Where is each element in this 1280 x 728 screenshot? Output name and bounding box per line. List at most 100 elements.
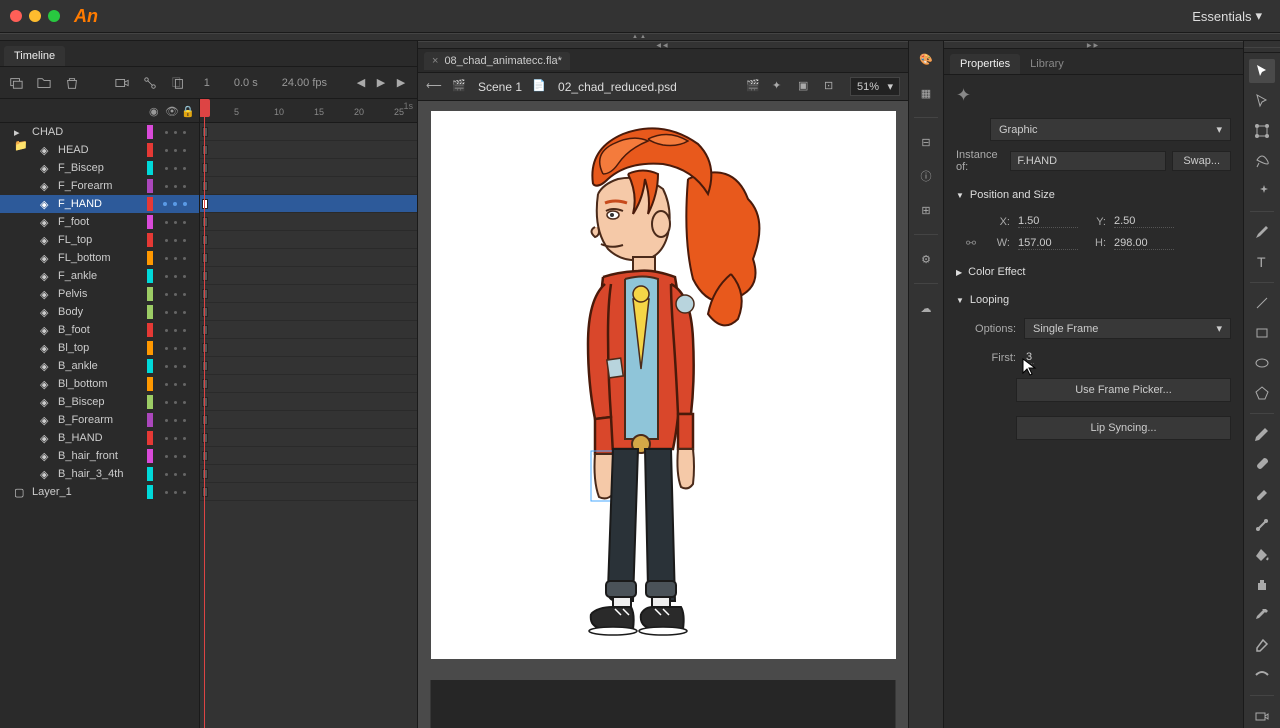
keyframe[interactable]: [202, 145, 208, 155]
frame-ruler[interactable]: 1s 1 5 10 15 20 25: [200, 99, 417, 123]
frame-row[interactable]: [200, 357, 417, 375]
layer-row[interactable]: ◈B_hair_3_4th: [0, 465, 199, 483]
panel-collapse-strip-top[interactable]: ▲▲: [0, 33, 1280, 41]
layer-toggles[interactable]: [157, 185, 193, 188]
layer-color-chip[interactable]: [147, 197, 153, 211]
next-frame-button[interactable]: ◀: [393, 75, 409, 91]
swap-button[interactable]: Swap...: [1172, 151, 1231, 171]
layer-color-chip[interactable]: [147, 125, 153, 139]
layer-toggles[interactable]: [157, 311, 193, 314]
layer-color-chip[interactable]: [147, 179, 153, 193]
edit-scene-button[interactable]: 🎬: [746, 79, 762, 95]
y-value[interactable]: 2.50: [1114, 215, 1174, 228]
layer-row[interactable]: ◈B_Forearm: [0, 411, 199, 429]
close-window-button[interactable]: [10, 10, 22, 22]
frame-row[interactable]: [200, 285, 417, 303]
info-panel-icon[interactable]: ⓘ: [916, 166, 936, 186]
props-collapse-strip[interactable]: ▶▶: [944, 41, 1243, 49]
color-effect-section[interactable]: ▶ Color Effect: [956, 266, 1231, 278]
frame-row[interactable]: [200, 195, 417, 213]
layer-toggles[interactable]: [157, 131, 193, 134]
layer-row[interactable]: ◈Body: [0, 303, 199, 321]
x-value[interactable]: 1.50: [1018, 215, 1078, 228]
keyframe[interactable]: [202, 361, 208, 371]
keyframe[interactable]: [202, 181, 208, 191]
layer-toggles[interactable]: [157, 419, 193, 422]
cc-libraries-icon[interactable]: ☁: [916, 298, 936, 318]
layer-toggles[interactable]: [157, 437, 193, 440]
camera-button[interactable]: [114, 75, 130, 91]
link-wh-icon[interactable]: ⚯: [966, 236, 982, 250]
instance-type-dropdown[interactable]: Graphic ▾: [990, 118, 1231, 141]
layer-row[interactable]: ◈F_ankle: [0, 267, 199, 285]
stage-collapse-strip[interactable]: ◀◀: [418, 41, 908, 49]
frame-row[interactable]: [200, 393, 417, 411]
keyframe[interactable]: [202, 487, 208, 497]
keyframe[interactable]: [202, 379, 208, 389]
edit-symbol-button[interactable]: ✦: [772, 79, 788, 95]
parent-view-button[interactable]: [142, 75, 158, 91]
layer-toggles[interactable]: [157, 401, 193, 404]
keyframe[interactable]: [202, 289, 208, 299]
eraser-tool[interactable]: [1249, 633, 1275, 657]
layer-row[interactable]: ◈B_Biscep: [0, 393, 199, 411]
layer-row[interactable]: ▢Layer_1: [0, 483, 199, 501]
layer-color-chip[interactable]: [147, 323, 153, 337]
keyframe[interactable]: [202, 415, 208, 425]
layer-color-chip[interactable]: [147, 485, 153, 499]
frame-row[interactable]: [200, 267, 417, 285]
layer-color-chip[interactable]: [147, 233, 153, 247]
layer-toggles[interactable]: [157, 239, 193, 242]
keyframe[interactable]: [202, 235, 208, 245]
layer-toggles[interactable]: [157, 167, 193, 170]
magic-wand-tool[interactable]: [1249, 179, 1275, 203]
frame-row[interactable]: [200, 375, 417, 393]
text-tool[interactable]: T: [1249, 250, 1275, 274]
prev-frame-button[interactable]: ◀: [353, 75, 369, 91]
layer-row[interactable]: ◈F_HAND: [0, 195, 199, 213]
layer-color-chip[interactable]: [147, 143, 153, 157]
lip-syncing-button[interactable]: Lip Syncing...: [1016, 416, 1231, 440]
frame-row[interactable]: [200, 429, 417, 447]
library-tab[interactable]: Library: [1020, 54, 1074, 74]
layer-color-chip[interactable]: [147, 413, 153, 427]
visibility-icon[interactable]: 👁: [165, 105, 177, 117]
layer-toggles[interactable]: [157, 383, 193, 386]
symbol-name[interactable]: 02_chad_reduced.psd: [558, 80, 677, 94]
workspace-switcher[interactable]: Essentials ▾: [1184, 4, 1270, 28]
layer-color-chip[interactable]: [147, 377, 153, 391]
pen-tool[interactable]: [1249, 220, 1275, 244]
keyframe[interactable]: [202, 469, 208, 479]
layer-row[interactable]: ◈FL_bottom: [0, 249, 199, 267]
instance-name-field[interactable]: [1010, 151, 1166, 171]
keyframe[interactable]: [202, 397, 208, 407]
layer-toggles[interactable]: [157, 455, 193, 458]
keyframe[interactable]: [202, 127, 208, 137]
frame-row[interactable]: [200, 177, 417, 195]
layer-color-chip[interactable]: [147, 449, 153, 463]
color-panel-icon[interactable]: 🎨: [916, 49, 936, 69]
minimize-window-button[interactable]: [29, 10, 41, 22]
loop-options-dropdown[interactable]: Single Frame ▾: [1024, 318, 1231, 339]
swatches-panel-icon[interactable]: ▦: [916, 83, 936, 103]
subselection-tool[interactable]: [1249, 89, 1275, 113]
width-tool[interactable]: [1249, 663, 1275, 687]
layer-toggles[interactable]: [157, 491, 193, 494]
onion-skin-button[interactable]: [170, 75, 186, 91]
layer-row[interactable]: ◈Bl_bottom: [0, 375, 199, 393]
layer-row[interactable]: ◈F_Forearm: [0, 177, 199, 195]
selection-tool[interactable]: [1249, 59, 1275, 83]
rectangle-tool[interactable]: [1249, 321, 1275, 345]
frame-row[interactable]: [200, 303, 417, 321]
position-size-section[interactable]: ▼ Position and Size: [956, 189, 1231, 201]
frame-row[interactable]: [200, 213, 417, 231]
frame-row[interactable]: [200, 249, 417, 267]
layer-toggles[interactable]: [157, 149, 193, 152]
highlight-icon[interactable]: ◉: [149, 105, 161, 117]
components-panel-icon[interactable]: ⚙: [916, 249, 936, 269]
frame-row[interactable]: [200, 339, 417, 357]
first-frame-value[interactable]: 3: [1024, 351, 1034, 364]
playhead[interactable]: [204, 99, 205, 728]
line-tool[interactable]: [1249, 291, 1275, 315]
h-value[interactable]: 298.00: [1114, 237, 1174, 250]
